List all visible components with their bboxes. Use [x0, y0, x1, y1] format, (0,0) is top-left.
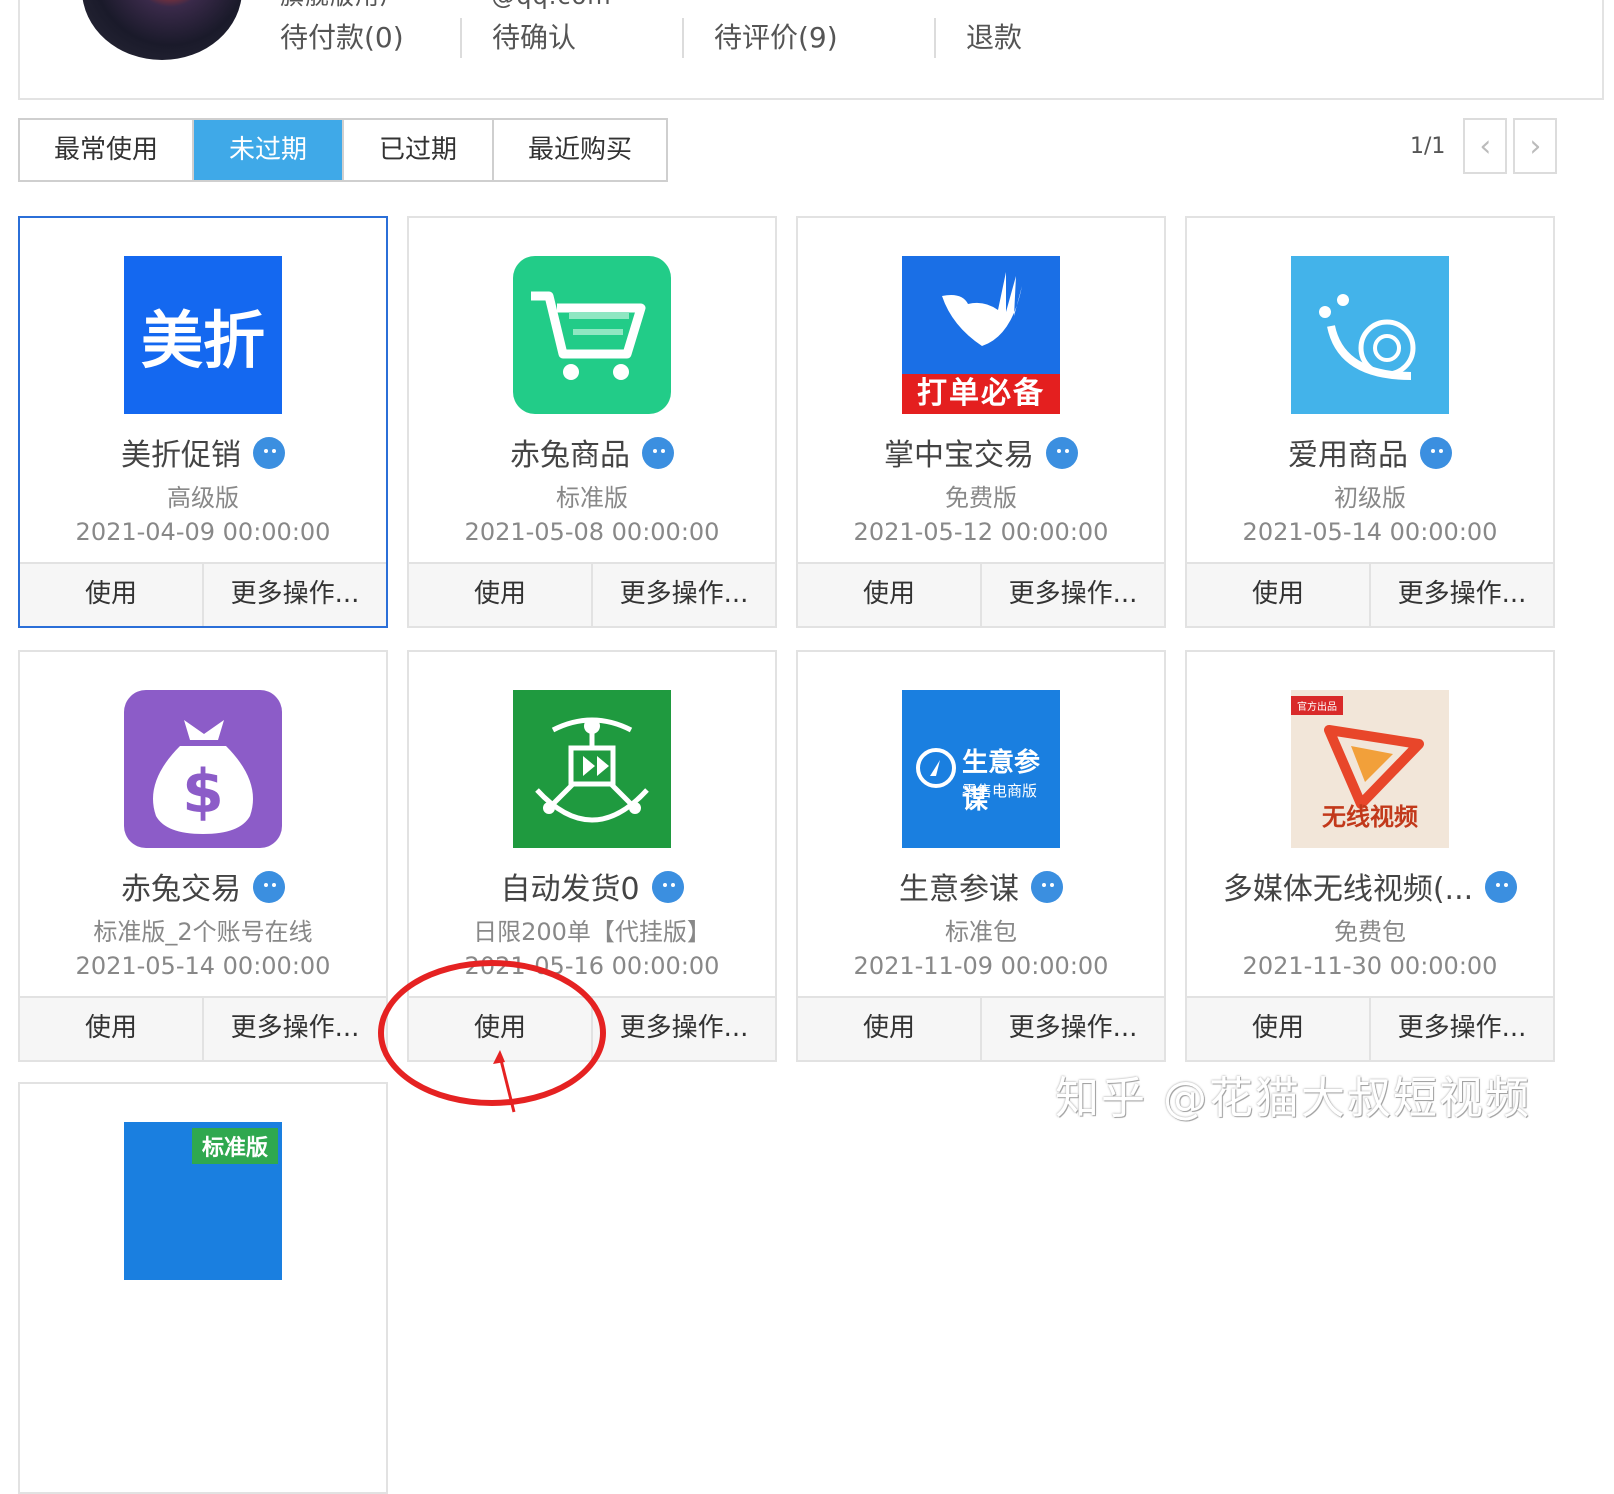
more-actions-button[interactable]: 更多操作... [204, 564, 386, 626]
tab-most-used[interactable]: 最常使用 [20, 120, 194, 180]
chevron-right-icon: › [1529, 128, 1542, 164]
profile-panel: 旗舰版用户 ·········@qq.com 待付款(0) 待确认 待评价(9)… [18, 0, 1604, 100]
use-button[interactable]: 使用 [1187, 998, 1371, 1060]
tab-not-expired[interactable]: 未过期 [194, 120, 344, 180]
app-expiry-date: 2021-05-14 00:00:00 [1242, 518, 1498, 546]
app-edition: 免费包 [1334, 918, 1406, 946]
app-name: 爱用商品 [1288, 438, 1408, 473]
chevron-left-icon: ‹ [1479, 128, 1492, 164]
tab-recent-purchase[interactable]: 最近购买 [494, 120, 666, 180]
wangwang-chat-icon[interactable] [651, 870, 684, 903]
shopping-cart-logo [513, 256, 671, 414]
app-expiry-date: 2021-05-12 00:00:00 [853, 518, 1109, 546]
meizhe-logo: 美折 [124, 256, 282, 414]
app-expiry-date: 2021-05-16 00:00:00 [464, 952, 720, 980]
wangwang-chat-icon[interactable] [1485, 870, 1518, 903]
app-expiry-date: 2021-05-08 00:00:00 [464, 518, 720, 546]
app-name: 赤兔交易 [121, 872, 241, 907]
app-name: 美折促销 [121, 438, 241, 473]
pager: 1/1 ‹ › [1410, 118, 1558, 174]
more-actions-button[interactable]: 更多操作... [982, 564, 1164, 626]
app-name: 自动发货0 [500, 872, 640, 907]
wangwang-chat-icon[interactable] [1046, 436, 1078, 469]
snail-logo [1291, 256, 1449, 414]
app-edition: 免费版 [945, 484, 1017, 512]
watermark: 知乎 @花猫大叔短视频 [1055, 1073, 1531, 1124]
more-actions-button[interactable]: 更多操作... [204, 998, 386, 1060]
app-edition: 标准版_2个账号在线 [93, 918, 313, 946]
wangwang-chat-icon[interactable] [1420, 436, 1452, 469]
use-button[interactable]: 使用 [20, 564, 204, 626]
app-card-wireless-video[interactable]: 官方出品 无线视频 多媒体无线视频(... 免费包 2021-11-30 00:… [1185, 650, 1555, 1062]
tab-pending-review[interactable]: 待评价(9) [684, 18, 936, 58]
app-card-partial[interactable]: 标准版 [18, 1082, 388, 1494]
app-card-aiyong-goods[interactable]: 爱用商品 初级版 2021-05-14 00:00:00 使用 更多操作... [1185, 216, 1555, 628]
annotation-arrow-icon [493, 1050, 516, 1113]
more-actions-button[interactable]: 更多操作... [1371, 564, 1553, 626]
page-indicator: 1/1 [1410, 133, 1446, 159]
app-edition: 初级版 [1334, 484, 1406, 512]
app-expiry-date: 2021-11-09 00:00:00 [853, 952, 1109, 980]
compass-logo: 生意参谋 零售电商版 [902, 690, 1060, 848]
wangwang-chat-icon[interactable] [253, 436, 285, 469]
more-actions-button[interactable]: 更多操作... [1371, 998, 1553, 1060]
app-name: 多媒体无线视频(... [1222, 872, 1474, 907]
app-card-chitu-goods[interactable]: 赤兔商品 标准版 2021-05-08 00:00:00 使用 更多操作... [407, 216, 777, 628]
app-card-business-advisor[interactable]: 生意参谋 零售电商版 生意参谋 标准包 2021-11-09 00:00:00 … [796, 650, 1166, 1062]
app-edition: 标准版 [556, 484, 628, 512]
app-edition: 高级版 [167, 484, 239, 512]
app-edition: 日限200单【代挂版】 [473, 918, 711, 946]
account-name: 旗舰版用户 ·········@qq.com [280, 0, 612, 11]
wangwang-chat-icon[interactable] [253, 870, 285, 903]
app-name: 掌中宝交易 [884, 438, 1034, 473]
filter-tabs: 最常使用 未过期 已过期 最近购买 [18, 118, 668, 182]
app-name: 赤兔商品 [510, 438, 630, 473]
use-button[interactable]: 使用 [409, 564, 593, 626]
app-expiry-date: 2021-11-30 00:00:00 [1242, 952, 1498, 980]
svg-text:$: $ [182, 757, 224, 827]
tab-pending-payment[interactable]: 待付款(0) [250, 18, 462, 58]
wangwang-chat-icon[interactable] [642, 436, 674, 469]
use-button[interactable]: 使用 [20, 998, 204, 1060]
app-edition: 标准包 [945, 918, 1017, 946]
app-expiry-date: 2021-04-09 00:00:00 [75, 518, 331, 546]
standard-edition-logo: 标准版 [124, 1122, 282, 1280]
video-play-logo: 官方出品 无线视频 [1291, 690, 1449, 848]
use-button[interactable]: 使用 [798, 998, 982, 1060]
app-card-zhangzhongbao[interactable]: 打单必备 掌中宝交易 免费版 2021-05-12 00:00:00 使用 更多操… [796, 216, 1166, 628]
more-actions-button[interactable]: 更多操作... [593, 564, 775, 626]
more-actions-button[interactable]: 更多操作... [982, 998, 1164, 1060]
use-button[interactable]: 使用 [1187, 564, 1371, 626]
app-name: 生意参谋 [899, 872, 1019, 907]
tab-refund[interactable]: 退款 [936, 18, 1052, 58]
avatar[interactable] [82, 0, 242, 60]
app-expiry-date: 2021-05-14 00:00:00 [75, 952, 331, 980]
money-bag-logo: $ [124, 690, 282, 848]
next-page-button[interactable]: › [1513, 118, 1558, 174]
tab-expired[interactable]: 已过期 [344, 120, 494, 180]
app-card-auto-ship[interactable]: 自动发货0 日限200单【代挂版】 2021-05-16 00:00:00 使用… [407, 650, 777, 1062]
auto-ship-logo [513, 690, 671, 848]
app-card-chitu-trade[interactable]: $ 赤兔交易 标准版_2个账号在线 2021-05-14 00:00:00 使用… [18, 650, 388, 1062]
wangwang-chat-icon[interactable] [1031, 870, 1063, 903]
order-status-tabs: 待付款(0) 待确认 待评价(9) 退款 [250, 18, 1052, 58]
dove-hand-logo: 打单必备 [902, 256, 1060, 414]
prev-page-button[interactable]: ‹ [1463, 118, 1508, 174]
use-button[interactable]: 使用 [798, 564, 982, 626]
app-card-meizhe[interactable]: 美折 美折促销 高级版 2021-04-09 00:00:00 使用 更多操作..… [18, 216, 388, 628]
tab-pending-confirm[interactable]: 待确认 [462, 18, 684, 58]
more-actions-button[interactable]: 更多操作... [593, 998, 775, 1060]
